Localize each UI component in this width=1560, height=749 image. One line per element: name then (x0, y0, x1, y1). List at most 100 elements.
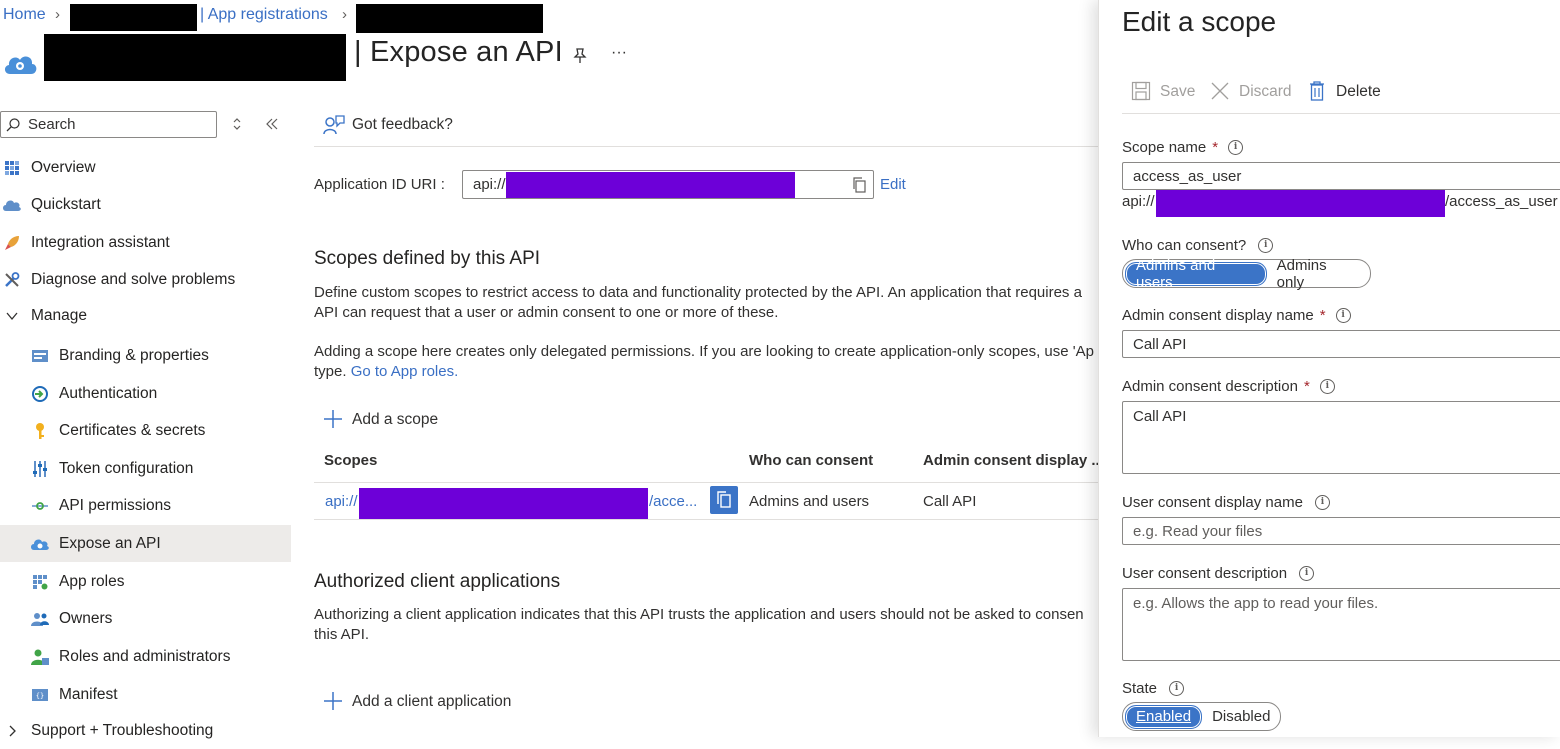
sidebar-item-integration-assistant[interactable]: Integration assistant (0, 224, 291, 261)
user-display-label: User consent display name (1122, 494, 1303, 511)
breadcrumb-app-registrations[interactable]: | App registrations (200, 6, 328, 24)
info-icon[interactable]: i (1314, 495, 1330, 510)
scopes-description-line: Define custom scopes to restrict access … (314, 284, 1082, 301)
required-asterisk: * (1319, 307, 1326, 324)
pin-icon[interactable] (570, 46, 590, 66)
expand-collapse-icon[interactable] (232, 116, 242, 136)
admin-description-label: Admin consent description (1122, 378, 1298, 395)
sidebar-item-owners[interactable]: Owners (0, 600, 291, 637)
user-display-label-row: User consent display name i (1122, 494, 1330, 511)
trash-icon (1308, 80, 1326, 106)
sidebar-item-branding-properties[interactable]: Branding & properties (0, 337, 291, 374)
admin-consent-display-cell: Call API (923, 493, 977, 510)
state-label: State (1122, 680, 1158, 697)
copy-scope-icon[interactable] (710, 486, 738, 514)
more-actions-button[interactable]: ··· (611, 44, 627, 62)
app-roles-icon (30, 572, 50, 592)
app-id-uri-field[interactable]: api:// (462, 170, 874, 199)
sidebar-item-label: Integration assistant (31, 233, 170, 251)
redacted-scope-uri (1156, 190, 1445, 217)
who-can-consent-label-row: Who can consent? i (1122, 237, 1274, 254)
breadcrumb-home[interactable]: Home (3, 6, 46, 24)
sidebar-item-quickstart[interactable]: Quickstart (0, 186, 291, 223)
sidebar-item-certificates-secrets[interactable]: Certificates & secrets (0, 412, 291, 449)
sidebar-item-label: Expose an API (59, 534, 161, 552)
cloud-gear-icon (30, 534, 50, 554)
info-icon[interactable]: i (1335, 308, 1351, 323)
panel-toolbar-divider (1122, 113, 1560, 114)
option-disabled[interactable]: Disabled (1202, 706, 1280, 728)
sidebar-item-authentication[interactable]: Authentication (0, 375, 291, 412)
sidebar-item-token-configuration[interactable]: Token configuration (0, 450, 291, 487)
add-client-application-button[interactable]: Add a client application (352, 693, 511, 711)
info-icon[interactable]: i (1169, 681, 1185, 696)
user-description-placeholder: e.g. Allows the app to read your files. (1133, 595, 1379, 612)
info-icon[interactable]: i (1228, 140, 1244, 155)
sidebar-item-manifest[interactable]: {} Manifest (0, 676, 291, 713)
sidebar-item-overview[interactable]: Overview (0, 149, 291, 186)
option-enabled[interactable]: Enabled (1125, 704, 1203, 729)
feedback-button[interactable]: Got feedback? (352, 116, 453, 134)
table-row[interactable]: api:// /acce... Admins and users Call AP… (314, 483, 1098, 519)
scope-name-input[interactable]: access_as_user (1122, 162, 1560, 190)
user-description-textarea[interactable]: e.g. Allows the app to read your files. (1122, 588, 1560, 661)
sidebar-item-app-roles[interactable]: App roles (0, 563, 291, 600)
user-display-input[interactable]: e.g. Read your files (1122, 517, 1560, 545)
scopes-description-line: API can request that a user or admin con… (314, 304, 779, 321)
branding-icon (30, 346, 50, 366)
admin-description-value: Call API (1133, 408, 1187, 425)
save-button[interactable]: Save (1160, 83, 1195, 101)
scopes-note-line: type. (314, 363, 347, 380)
search-icon (5, 117, 21, 137)
info-icon[interactable]: i (1319, 379, 1335, 394)
user-description-label-row: User consent description i (1122, 565, 1315, 582)
sidebar-item-label: Certificates & secrets (59, 421, 206, 439)
save-icon (1131, 81, 1151, 105)
sidebar-item-label: Branding & properties (59, 346, 209, 364)
scope-name-label-row: Scope name * i (1122, 139, 1244, 156)
sidebar-item-support-troubleshooting[interactable]: Support + Troubleshooting (0, 712, 291, 749)
redacted-scope-uri (359, 488, 648, 519)
user-description-label: User consent description (1122, 565, 1288, 582)
edit-app-id-link[interactable]: Edit (880, 176, 906, 193)
api-permissions-icon (30, 496, 50, 516)
sidebar-item-label: Diagnose and solve problems (31, 270, 236, 288)
info-icon[interactable]: i (1258, 238, 1274, 253)
sidebar-item-label: Manage (31, 306, 88, 324)
option-admins-only[interactable]: Admins only (1267, 257, 1368, 291)
feedback-icon[interactable] (322, 113, 346, 137)
sidebar-item-label: Owners (59, 609, 113, 627)
discard-button[interactable]: Discard (1239, 83, 1292, 101)
admin-display-label: Admin consent display name (1122, 307, 1314, 324)
owners-icon (30, 609, 50, 629)
sidebar-item-expose-an-api[interactable]: Expose an API (0, 525, 291, 562)
scope-uri-prefix[interactable]: api:// (325, 493, 358, 510)
manifest-icon: {} (30, 685, 50, 705)
sidebar-item-diagnose-and-solve-problems[interactable]: Diagnose and solve problems (0, 261, 291, 298)
cloud-icon (2, 195, 22, 215)
go-to-app-roles-link[interactable]: Go to App roles. (351, 363, 459, 380)
admin-description-textarea[interactable]: Call API (1122, 401, 1560, 474)
add-scope-button[interactable]: Add a scope (352, 411, 438, 429)
authorized-clients-description-line: this API. (314, 626, 370, 643)
info-icon[interactable]: i (1299, 566, 1315, 581)
sidebar-item-label: Roles and administrators (59, 647, 231, 665)
copy-icon[interactable] (851, 177, 867, 197)
sidebar-item-manage[interactable]: Manage (0, 297, 291, 334)
state-label-row: State i (1122, 680, 1185, 697)
table-header-scopes[interactable]: Scopes (324, 452, 377, 469)
table-header-admin-consent-display[interactable]: Admin consent display ... (923, 452, 1104, 469)
option-admins-and-users[interactable]: Admins and users (1125, 257, 1267, 291)
delete-button[interactable]: Delete (1336, 83, 1381, 101)
admin-display-input[interactable]: Call API (1122, 330, 1560, 358)
table-header-who-can-consent[interactable]: Who can consent (749, 452, 873, 469)
scope-uri-suffix[interactable]: /acce... (649, 493, 697, 510)
sidebar-item-api-permissions[interactable]: API permissions (0, 487, 291, 524)
state-toggle[interactable]: Enabled Disabled (1122, 702, 1281, 731)
sidebar-item-roles-and-administrators[interactable]: Roles and administrators (0, 638, 291, 675)
who-can-consent-toggle[interactable]: Admins and users Admins only (1122, 257, 1371, 291)
scope-uri-prefix: api:// (1122, 193, 1155, 210)
collapse-sidebar-icon[interactable] (264, 116, 280, 136)
search-input[interactable]: Search (28, 116, 76, 133)
sidebar-search-box[interactable]: Search (0, 111, 217, 138)
